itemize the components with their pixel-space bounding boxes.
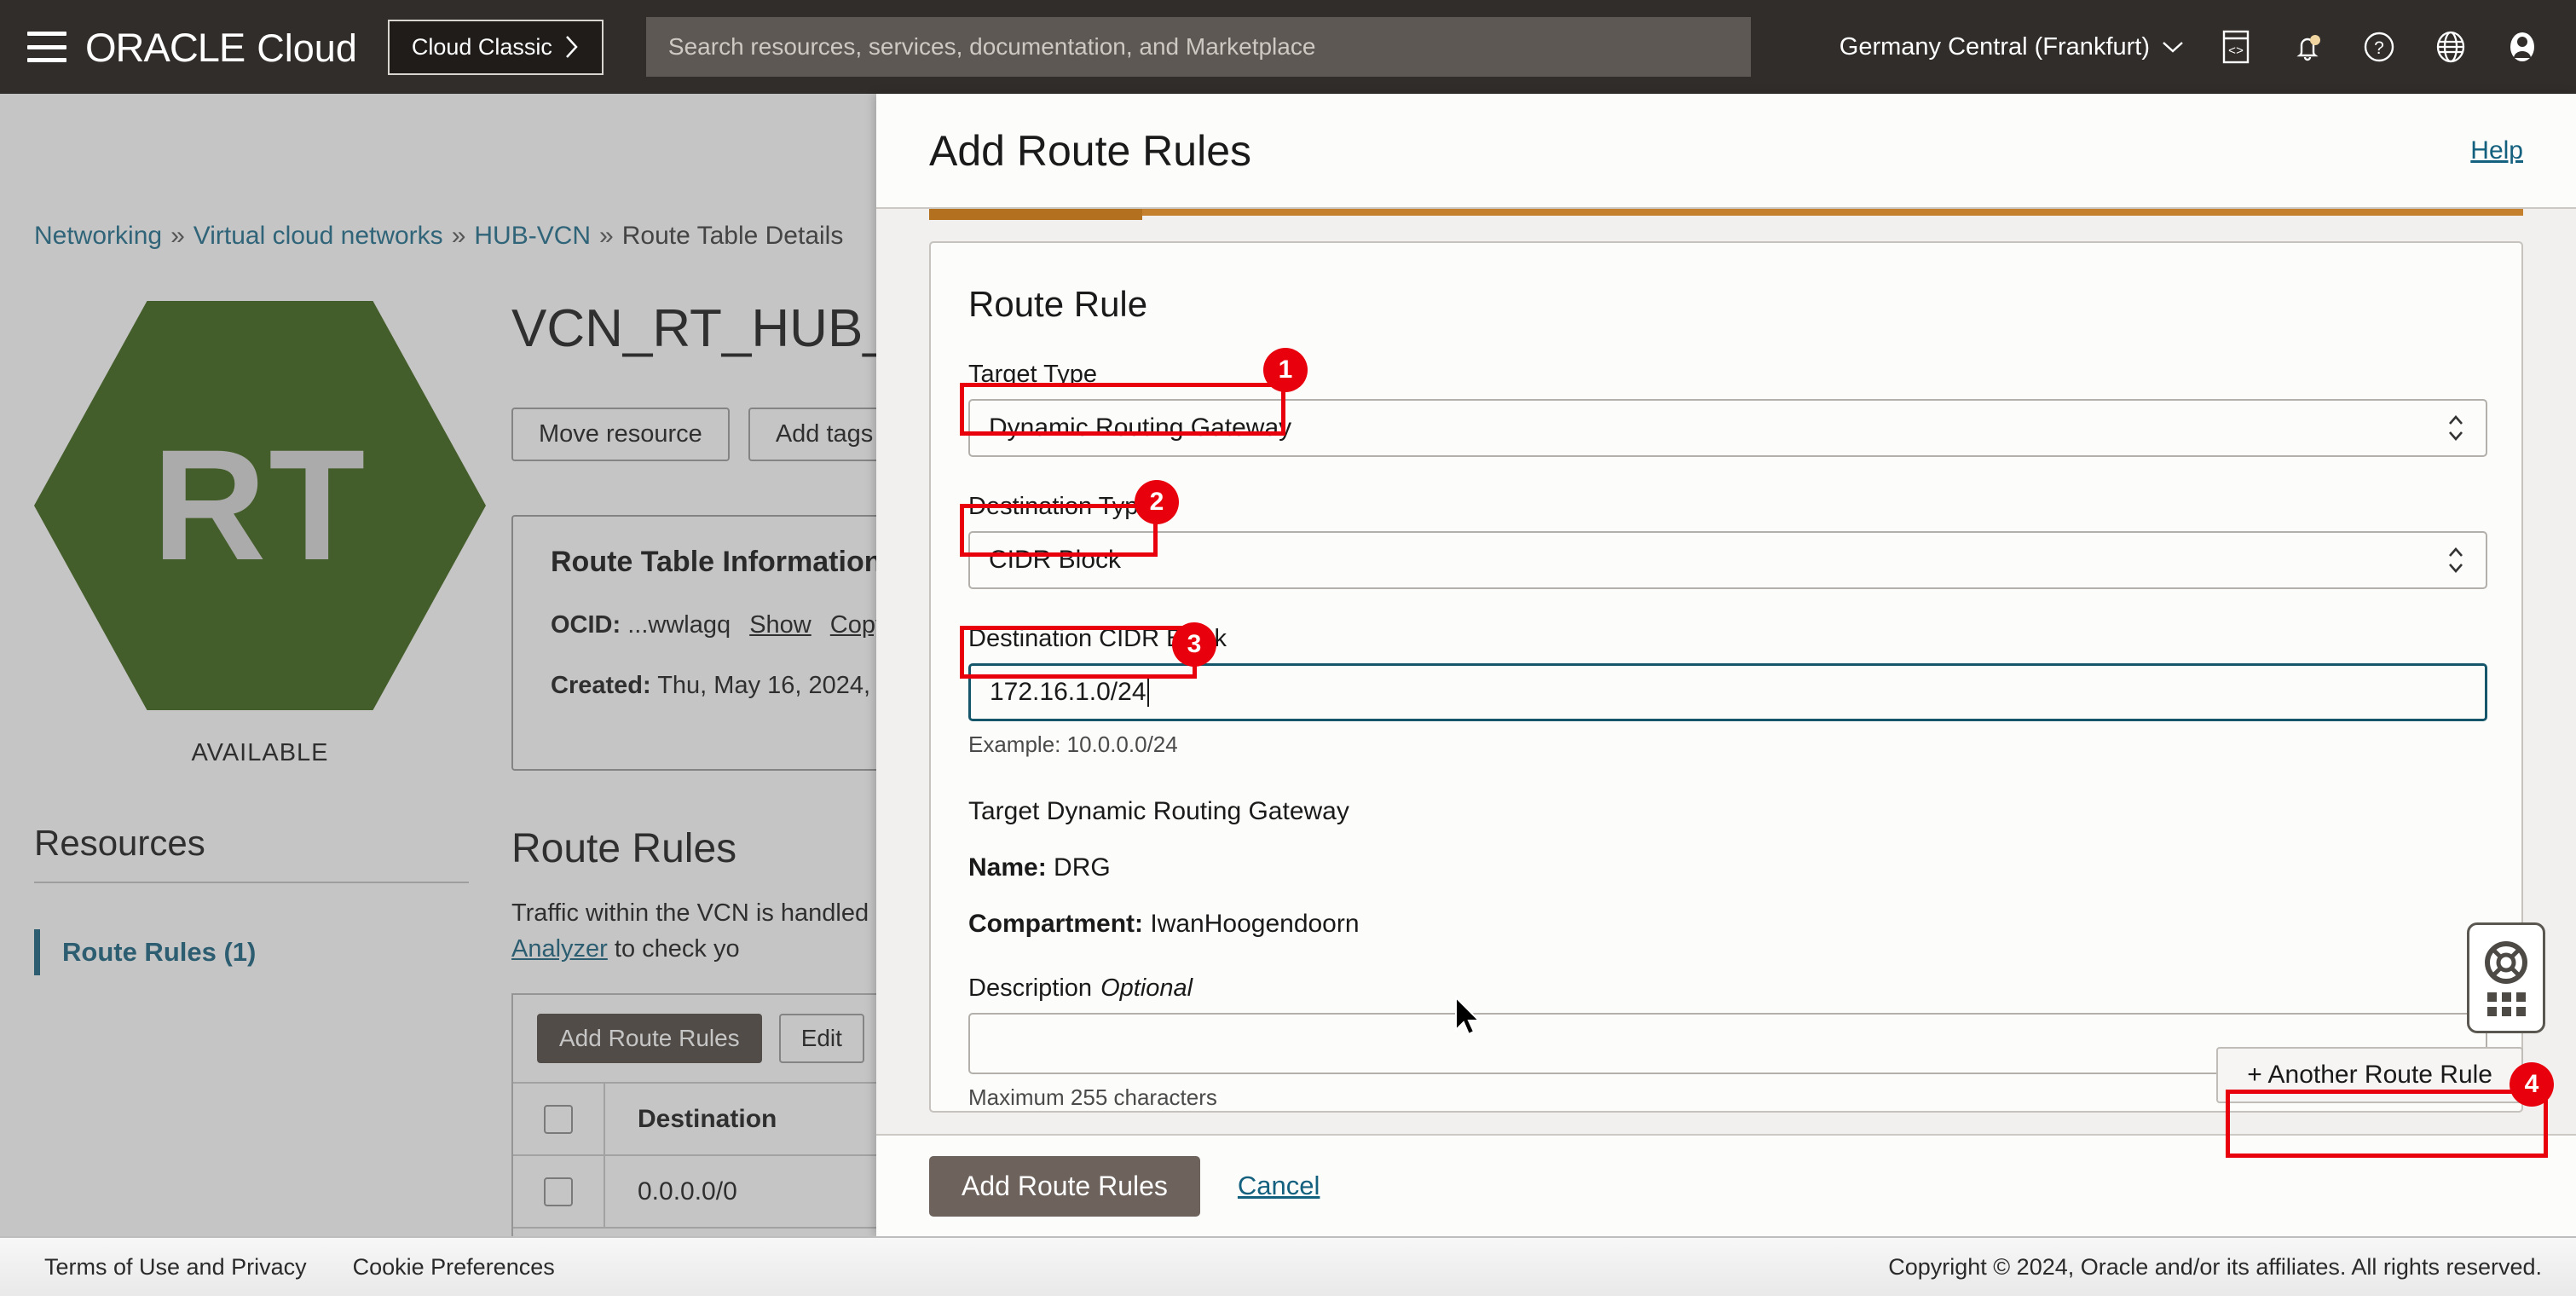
created-label: Created: [551, 672, 651, 699]
progress-indicator [929, 209, 2523, 216]
search-placeholder: Search resources, services, documentatio… [668, 33, 1316, 61]
select-stepper-icon [2445, 541, 2467, 579]
oracle-cloud-logo[interactable]: ORACLE Cloud [85, 24, 357, 71]
row-select-cell [513, 1156, 605, 1227]
cloud-wordmark: Cloud [257, 26, 357, 71]
cell-destination: 0.0.0.0/0 [605, 1177, 737, 1206]
top-navigation-bar: ORACLE Cloud Cloud Classic Search resour… [0, 0, 2576, 94]
cloud-classic-button[interactable]: Cloud Classic [388, 20, 604, 75]
row-checkbox[interactable] [544, 1177, 573, 1206]
hamburger-menu-icon[interactable] [27, 32, 66, 62]
dot-grid-icon [2487, 992, 2526, 1016]
route-rules-description-part1: Traffic within the VCN is handled b [511, 899, 889, 927]
oracle-wordmark: ORACLE [85, 24, 245, 71]
chevron-right-icon [564, 34, 580, 60]
status-badge: AVAILABLE [34, 739, 486, 767]
route-table-hex-icon: RT [34, 301, 486, 710]
language-globe-icon[interactable] [2431, 27, 2470, 66]
nav-right-cluster: Germany Central (Frankfurt) <> ? [1840, 27, 2542, 66]
breadcrumb: Networking » Virtual cloud networks » HU… [34, 222, 843, 251]
footer-links: Terms of Use and Privacy Cookie Preferen… [44, 1254, 555, 1281]
breadcrumb-separator: » [599, 222, 614, 251]
cookie-preferences-link[interactable]: Cookie Preferences [353, 1254, 555, 1281]
target-drg-compartment-value: IwanHoogendoorn [1150, 910, 1359, 938]
breadcrumb-item-virtual-cloud-networks[interactable]: Virtual cloud networks [193, 222, 443, 251]
copyright-text: Copyright © 2024, Oracle and/or its affi… [1888, 1254, 2542, 1281]
ocid-label: OCID: [551, 611, 621, 639]
route-rules-description-part2: to check yo [608, 935, 740, 963]
target-drg-info: Target Dynamic Routing Gateway Name: DRG… [968, 797, 2484, 939]
region-selector[interactable]: Germany Central (Frankfurt) [1840, 33, 2184, 61]
move-resource-button[interactable]: Move resource [511, 408, 730, 461]
text-caret [1147, 678, 1149, 707]
description-optional-tag: Optional [1100, 974, 1193, 1002]
description-label: Description Optional [968, 974, 2484, 1003]
annotation-badge-2: 2 [1135, 480, 1179, 524]
search-input[interactable]: Search resources, services, documentatio… [646, 17, 1751, 77]
user-avatar-icon[interactable] [2503, 27, 2542, 66]
resources-heading: Resources [34, 823, 205, 864]
support-widget[interactable] [2467, 922, 2545, 1033]
target-drg-compartment-label: Compartment: [968, 910, 1143, 938]
sidebar-item-route-rules[interactable]: Route Rules (1) [34, 929, 256, 975]
hex-initials: RT [153, 415, 368, 596]
breadcrumb-item-route-table-details: Route Table Details [622, 222, 844, 251]
sidebar-active-indicator [34, 929, 40, 975]
ocid-value: ...wwlagq [627, 611, 731, 639]
sidebar-item-label: Route Rules (1) [62, 937, 256, 968]
svg-text:?: ? [2374, 38, 2384, 58]
column-header-destination: Destination [605, 1105, 777, 1134]
page-footer: Terms of Use and Privacy Cookie Preferen… [0, 1236, 2576, 1296]
mouse-cursor [1454, 996, 1487, 1042]
annotation-box-2 [960, 504, 1158, 557]
route-rules-heading: Route Rules [511, 825, 736, 872]
terms-of-use-link[interactable]: Terms of Use and Privacy [44, 1254, 307, 1281]
annotation-box-4 [2226, 1090, 2548, 1158]
add-route-rules-button[interactable]: Add Route Rules [537, 1014, 762, 1063]
target-drg-name-value: DRG [1054, 853, 1111, 882]
description-label-text: Description [968, 974, 1092, 1002]
target-drg-name-label: Name: [968, 853, 1047, 882]
cloud-classic-label: Cloud Classic [412, 34, 552, 61]
annotation-box-1 [960, 383, 1285, 436]
select-all-cell [513, 1084, 605, 1154]
help-question-icon[interactable]: ? [2359, 27, 2399, 66]
created-value: Thu, May 16, 2024, 1 [657, 672, 891, 699]
destination-type-label: Destination Type [968, 493, 2484, 521]
target-drg-compartment-row: Compartment: IwanHoogendoorn [968, 910, 2484, 939]
svg-text:<>: <> [2228, 44, 2244, 59]
ocid-show-link[interactable]: Show [749, 611, 811, 639]
page-title: VCN_RT_HUB_P [511, 298, 927, 359]
annotation-badge-3: 3 [1172, 622, 1216, 667]
select-all-checkbox[interactable] [544, 1105, 573, 1134]
annotation-badge-1: 1 [1263, 348, 1308, 392]
chevron-down-icon [2162, 40, 2184, 54]
destination-type-field-group: Destination Type CIDR Block [968, 493, 2484, 589]
breadcrumb-item-networking[interactable]: Networking [34, 222, 162, 251]
notifications-bell-icon[interactable] [2288, 27, 2327, 66]
modal-title: Add Route Rules [929, 126, 1251, 176]
submit-add-route-rules-button[interactable]: Add Route Rules [929, 1156, 1200, 1217]
annotation-box-3 [960, 626, 1197, 679]
modal-header: Add Route Rules Help [876, 94, 2576, 209]
breadcrumb-separator: » [170, 222, 185, 251]
destination-type-select[interactable]: CIDR Block [968, 531, 2487, 589]
help-link[interactable]: Help [2470, 136, 2523, 165]
breadcrumb-item-hub-vcn[interactable]: HUB-VCN [474, 222, 591, 251]
cloud-shell-icon[interactable]: <> [2216, 27, 2255, 66]
lifesaver-support-icon [2484, 940, 2528, 985]
region-label: Germany Central (Frankfurt) [1840, 33, 2150, 61]
destination-cidr-value: 172.16.1.0/24 [990, 678, 1146, 707]
resource-status-panel: RT AVAILABLE [34, 301, 486, 767]
resources-divider [34, 882, 469, 883]
target-drg-name-row: Name: DRG [968, 853, 2484, 882]
cancel-link[interactable]: Cancel [1238, 1171, 1320, 1201]
annotation-badge-4: 4 [2510, 1062, 2554, 1107]
route-rule-card-title: Route Rule [968, 284, 2484, 325]
target-drg-heading: Target Dynamic Routing Gateway [968, 797, 2484, 826]
select-stepper-icon [2445, 409, 2467, 447]
edit-route-rule-button[interactable]: Edit [779, 1014, 864, 1063]
destination-cidr-hint: Example: 10.0.0.0/24 [968, 731, 2484, 758]
breadcrumb-separator: » [452, 222, 466, 251]
